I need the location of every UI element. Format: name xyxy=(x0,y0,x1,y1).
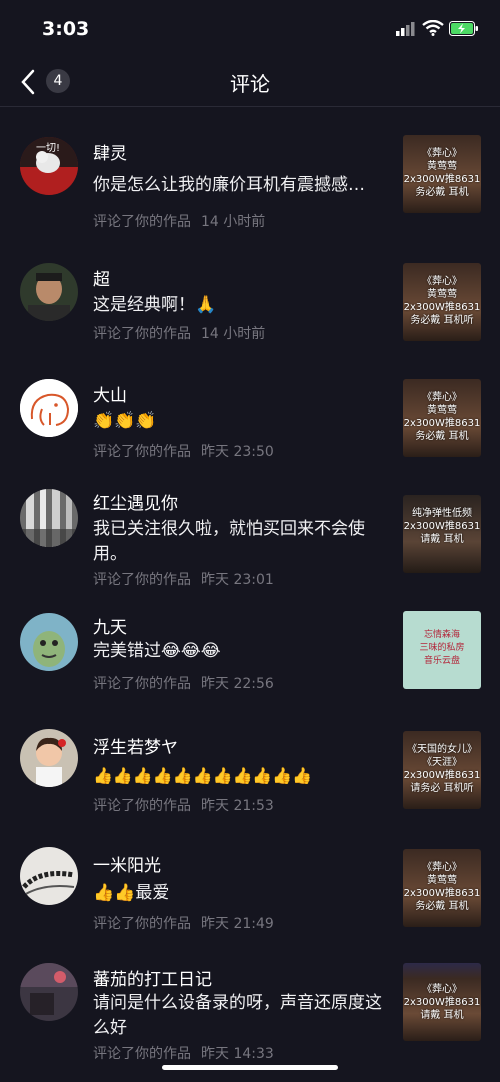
comment-action: 评论了你的作品 xyxy=(93,326,191,342)
commenter-name[interactable]: 超 xyxy=(93,265,110,290)
comment-meta: 评论了你的作品 昨天 14:33 xyxy=(93,1043,274,1063)
comment-text: 👏👏👏 xyxy=(93,411,157,431)
comment-action: 评论了你的作品 xyxy=(93,444,191,460)
comment-item[interactable]: 红尘遇见你 我已关注很久啦，就怕买回来不会使用。 评论了你的作品 昨天 23:01… xyxy=(0,467,500,593)
avatar[interactable] xyxy=(20,729,78,787)
thumbnail-caption: 《葬心》 黄莺莺 2x300W推8631 务必戴 耳机听 xyxy=(403,276,481,326)
comment-time: 昨天 21:53 xyxy=(201,798,274,814)
thumbnail-caption: 《葬心》 2x300W推8631 请戴 耳机 xyxy=(403,984,481,1021)
comment-time: 昨天 23:50 xyxy=(201,444,274,460)
comment-action: 评论了你的作品 xyxy=(93,572,191,588)
comment-text: 我已关注很久啦，就怕买回来不会使用。 xyxy=(93,519,365,564)
avatar-label: 一切! xyxy=(36,143,61,154)
commenter-name[interactable]: 浮生若梦ヤ xyxy=(93,733,178,758)
comment-time: 14 小时前 xyxy=(201,326,266,342)
thumbnail-caption: 《葬心》 黄莺莺 2x300W推8631 务必戴 耳机 xyxy=(403,392,481,442)
comment-action: 评论了你的作品 xyxy=(93,676,191,692)
comment-meta: 评论了你的作品 14 小时前 xyxy=(93,323,265,343)
comment-text: 完美错过😂😂😂 xyxy=(93,641,221,661)
comment-meta: 评论了你的作品 14 小时前 xyxy=(93,211,265,231)
comment-action: 评论了你的作品 xyxy=(93,1046,191,1062)
comment-meta: 评论了你的作品 昨天 21:49 xyxy=(93,913,274,933)
navigation-bar: 4 评论 xyxy=(0,58,500,107)
thumbnail-caption: 《葬心》 黄莺莺 2x300W推8631 务必戴 耳机 xyxy=(403,862,481,912)
thumbnail-caption: 忘情森海 三味的私房 音乐云盘 xyxy=(419,630,465,666)
commenter-name[interactable]: 肆灵 xyxy=(93,139,127,164)
comment-action: 评论了你的作品 xyxy=(93,798,191,814)
comment-item[interactable]: 大山 👏👏👏 评论了你的作品 昨天 23:50 《葬心》 黄莺莺 2x300W推8… xyxy=(0,351,500,467)
comment-item[interactable]: 一米阳光 👍👍最爱 评论了你的作品 昨天 21:49 《葬心》 黄莺莺 2x300… xyxy=(0,825,500,943)
comment-meta: 评论了你的作品 昨天 23:01 xyxy=(93,569,274,589)
comment-time: 昨天 22:56 xyxy=(201,676,274,692)
video-thumbnail[interactable]: 《葬心》 黄莺莺 2x300W推8631 务必戴 耳机听 xyxy=(403,263,481,341)
page-title: 评论 xyxy=(230,72,270,96)
comment-meta: 评论了你的作品 昨天 23:50 xyxy=(93,441,274,461)
comment-text: 请问是什么设备录的呀，声音还原度这么好 xyxy=(93,993,382,1038)
comment-time: 14 小时前 xyxy=(201,214,266,230)
comment-time: 昨天 21:49 xyxy=(201,916,274,932)
comment-time: 昨天 23:01 xyxy=(201,572,274,588)
status-time: 3:03 xyxy=(42,18,90,40)
video-thumbnail[interactable]: 《天国的女儿》 《天涯》 2x300W推8631 请务必 耳机听 xyxy=(403,731,481,809)
video-thumbnail[interactable]: 纯净弹性低频 2x300W推8631 请戴 耳机 xyxy=(403,495,481,573)
comment-time: 昨天 14:33 xyxy=(201,1046,274,1062)
commenter-name[interactable]: 九天 xyxy=(93,613,127,638)
avatar[interactable] xyxy=(20,963,78,1021)
thumbnail-caption: 《葬心》 黄莺莺 2x300W推8631 务必戴 耳机 xyxy=(403,148,481,198)
avatar[interactable] xyxy=(20,263,78,321)
video-thumbnail[interactable]: 《葬心》 黄莺莺 2x300W推8631 务必戴 耳机 xyxy=(403,135,481,213)
avatar[interactable] xyxy=(20,489,78,547)
video-thumbnail[interactable]: 《葬心》 黄莺莺 2x300W推8631 务必戴 耳机 xyxy=(403,849,481,927)
avatar[interactable] xyxy=(20,613,78,671)
comment-list: 一切! 肆灵 你是怎么让我的廉价耳机有震撼感… 评论了你的作品 14 小时前 《葬… xyxy=(0,107,500,1071)
video-thumbnail[interactable]: 《葬心》 黄莺莺 2x300W推8631 务必戴 耳机 xyxy=(403,379,481,457)
commenter-name[interactable]: 一米阳光 xyxy=(93,851,161,876)
comment-text: 你是怎么让我的廉价耳机有震撼感… xyxy=(93,175,365,195)
comment-meta: 评论了你的作品 昨天 22:56 xyxy=(93,673,274,693)
comment-item[interactable]: 一切! 肆灵 你是怎么让我的廉价耳机有震撼感… 评论了你的作品 14 小时前 《葬… xyxy=(0,107,500,235)
comment-action: 评论了你的作品 xyxy=(93,916,191,932)
commenter-name[interactable]: 大山 xyxy=(93,381,127,406)
comment-text: 👍👍👍👍👍👍👍👍👍👍👍 xyxy=(93,766,313,785)
commenter-name[interactable]: 蕃茄的打工日记 xyxy=(93,965,212,990)
video-thumbnail[interactable]: 忘情森海 三味的私房 音乐云盘 xyxy=(403,611,481,689)
battery-icon xyxy=(449,21,478,36)
avatar[interactable]: 一切! xyxy=(20,137,78,195)
comment-text: 👍👍最爱 xyxy=(93,883,170,903)
avatar[interactable] xyxy=(20,379,78,437)
cellular-signal-icon xyxy=(396,22,415,36)
comment-item[interactable]: 蕃茄的打工日记 请问是什么设备录的呀，声音还原度这么好 评论了你的作品 昨天 14… xyxy=(0,943,500,1071)
thumbnail-caption: 纯净弹性低频 2x300W推8631 请戴 耳机 xyxy=(403,508,481,545)
comment-action: 评论了你的作品 xyxy=(93,214,191,230)
comment-item[interactable]: 超 这是经典啊！🙏 评论了你的作品 14 小时前 《葬心》 黄莺莺 2x300W推… xyxy=(0,235,500,351)
avatar[interactable] xyxy=(20,847,78,905)
commenter-name[interactable]: 红尘遇见你 xyxy=(93,489,178,514)
comment-text: 这是经典啊！🙏 xyxy=(93,295,217,315)
thumbnail-caption: 《天国的女儿》 《天涯》 2x300W推8631 请务必 耳机听 xyxy=(403,744,481,794)
wifi-icon xyxy=(422,20,444,36)
comment-item[interactable]: 浮生若梦ヤ 👍👍👍👍👍👍👍👍👍👍👍 评论了你的作品 昨天 21:53 《天国的女儿… xyxy=(0,707,500,825)
comment-meta: 评论了你的作品 昨天 21:53 xyxy=(93,795,274,815)
home-indicator[interactable] xyxy=(162,1065,338,1070)
video-thumbnail[interactable]: 《葬心》 2x300W推8631 请戴 耳机 xyxy=(403,963,481,1041)
status-bar: 3:03 xyxy=(0,0,500,58)
comment-item[interactable]: 九天 完美错过😂😂😂 评论了你的作品 昨天 22:56 忘情森海 三味的私房 音乐… xyxy=(0,593,500,707)
